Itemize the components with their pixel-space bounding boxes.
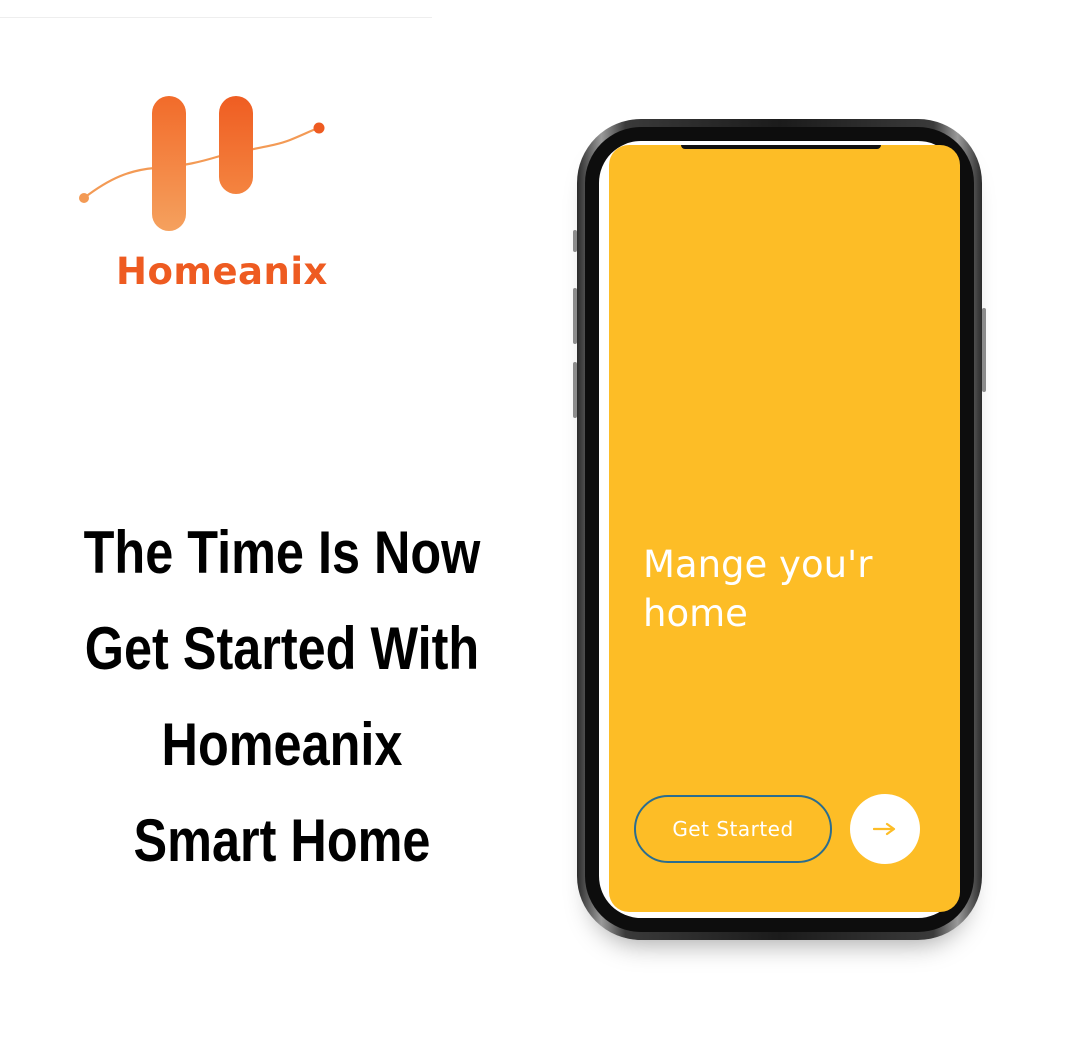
phone-notch: [681, 145, 881, 149]
phone-power-button: [982, 308, 986, 392]
phone-volume-down-button: [573, 362, 577, 418]
top-divider: [0, 17, 432, 18]
headline-line: Get Started With: [84, 615, 480, 682]
next-button[interactable]: [850, 794, 920, 864]
headline-line: Homeanix: [161, 711, 403, 778]
brand-wordmark: Homeanix: [116, 250, 328, 293]
app-screen: Mange you'r home Get Started: [609, 145, 960, 912]
headline: The Time Is Now Get Started With Homeani…: [40, 505, 524, 889]
screen-title: Mange you'r home: [643, 543, 873, 635]
phone-mute-switch: [573, 230, 577, 252]
headline-line: The Time Is Now: [83, 519, 481, 586]
phone-volume-up-button: [573, 288, 577, 344]
headline-line: Smart Home: [133, 807, 431, 874]
h-letter-graph-logo-icon: [79, 96, 325, 231]
arrow-right-icon: [873, 822, 896, 836]
brand-logo: Homeanix: [70, 88, 340, 298]
get-started-button[interactable]: Get Started: [634, 795, 832, 863]
